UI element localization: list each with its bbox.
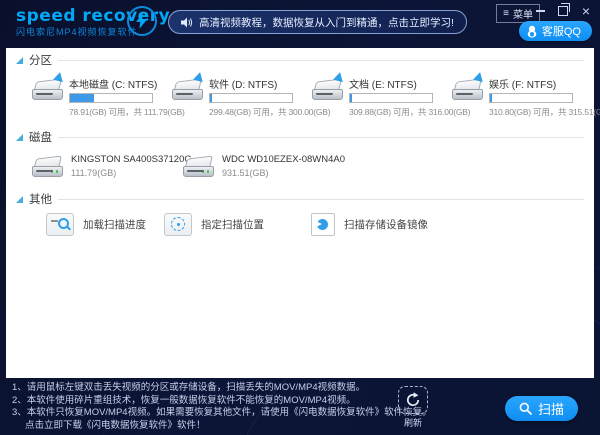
tip-line-1: 1、请用鼠标左键双击丢失视频的分区或存储设备，扫描丢失的MOV/MP4视频数据。: [12, 382, 432, 395]
hamburger-icon: ≡: [503, 9, 509, 19]
partition-name: 娱乐 (F: NTFS): [489, 76, 590, 91]
usage-bar-fill: [70, 94, 94, 102]
tip-line-2: 2、本软件使用碎片重组技术，恢复一般数据恢复软件不能恢复的MOV/MP4视频。: [12, 395, 432, 408]
section-header-disks: 磁盘: [6, 125, 594, 146]
disk-name: WDC WD10EZEX-08WN4A0: [222, 154, 345, 165]
close-button[interactable]: ×: [580, 5, 592, 17]
refresh-button[interactable]: 刷新: [396, 386, 430, 426]
footer-bar: 1、请用鼠标左键双击丢失视频的分区或存储设备，扫描丢失的MOV/MP4视频数据。…: [0, 378, 600, 435]
disk-item-kingston[interactable]: KINGSTON SA400S37120G 111.79(GB): [30, 152, 175, 179]
device-image-icon: [311, 213, 335, 236]
footer-tips: 1、请用鼠标左键双击丢失视频的分区或存储设备，扫描丢失的MOV/MP4视频数据。…: [12, 382, 432, 432]
maximize-button[interactable]: [557, 5, 569, 17]
load-scan-progress-icon: [46, 213, 74, 236]
partition-item-d[interactable]: 软件 (D: NTFS) 299.48(GB) 可用，共 300.00(GB): [170, 75, 310, 118]
section-title: 分区: [29, 52, 52, 68]
load-scan-progress-item[interactable]: 加载扫描进度: [46, 213, 146, 236]
disk-item-wdc[interactable]: WDC WD10EZEX-08WN4A0 931.51(GB): [181, 152, 326, 179]
scan-device-image-item[interactable]: 扫描存储设备镜像: [311, 213, 428, 236]
tip-line-3: 3、本软件只恢复MOV/MP4视频。如果需要恢复其他文件，请使用《闪电数据恢复软…: [12, 407, 432, 420]
minimize-button[interactable]: [534, 5, 546, 17]
target-location-icon: [164, 213, 192, 236]
partition-item-e[interactable]: 文档 (E: NTFS) 309.88(GB) 可用，共 316.00(GB): [310, 75, 450, 118]
usage-bar-fill: [210, 94, 212, 102]
disk-drive-icon: [181, 152, 215, 179]
usage-bar-fill: [490, 94, 492, 102]
partition-name: 文档 (E: NTFS): [349, 76, 450, 91]
usage-bar: [349, 93, 433, 103]
window-controls: ×: [534, 4, 592, 18]
partition-capacity: 299.48(GB) 可用，共 300.00(GB): [209, 106, 310, 118]
magnifier-icon: [519, 402, 532, 415]
refresh-label: 刷新: [396, 416, 430, 429]
scan-button[interactable]: 扫描: [505, 396, 578, 421]
disk-name: KINGSTON SA400S37120G: [71, 154, 192, 165]
section-header-others: 其他: [6, 187, 594, 208]
hard-drive-icon: [450, 75, 484, 102]
partitions-row: 本地磁盘 (C: NTFS) 78.91(GB) 可用，共 111.79(GB)…: [6, 69, 594, 125]
section-divider: [58, 60, 584, 61]
menu-button-label: 菜单: [513, 6, 533, 21]
others-row: 加载扫描进度 指定扫描位置 扫描存储设备镜像: [6, 210, 594, 242]
qq-button-label: 客服QQ: [542, 23, 581, 39]
other-item-label: 指定扫描位置: [201, 217, 264, 232]
hard-drive-icon: [170, 75, 204, 102]
other-item-label: 扫描存储设备镜像: [344, 217, 428, 232]
main-panel: 分区 本地磁盘 (C: NTFS) 78.91(GB) 可用，共 111.79(…: [6, 48, 594, 378]
disk-drive-icon: [30, 152, 64, 179]
usage-bar: [209, 93, 293, 103]
section-title: 磁盘: [29, 129, 52, 145]
partition-capacity: 310.80(GB) 可用，共 315.51(GB): [489, 106, 590, 118]
scan-button-label: 扫描: [538, 399, 564, 418]
usage-bar: [69, 93, 153, 103]
qq-penguin-icon: [526, 25, 538, 38]
partition-item-f[interactable]: 娱乐 (F: NTFS) 310.80(GB) 可用，共 315.51(GB): [450, 75, 590, 118]
section-divider: [58, 199, 584, 200]
disks-row: KINGSTON SA400S37120G 111.79(GB) WDC WD1…: [6, 146, 594, 187]
partition-name: 软件 (D: NTFS): [209, 76, 310, 91]
refresh-icon: [398, 386, 428, 414]
disk-capacity: 931.51(GB): [222, 168, 345, 178]
lightning-bolt-icon: [127, 6, 157, 36]
customer-service-qq-button[interactable]: 客服QQ: [519, 21, 592, 41]
section-divider: [58, 137, 584, 138]
usage-bar: [489, 93, 573, 103]
other-item-label: 加载扫描进度: [83, 217, 146, 232]
partition-item-c[interactable]: 本地磁盘 (C: NTFS) 78.91(GB) 可用，共 111.79(GB): [30, 75, 170, 118]
partition-capacity: 309.88(GB) 可用，共 316.00(GB): [349, 106, 450, 118]
section-header-partitions: 分区: [6, 48, 594, 69]
titlebar: speed recovery 闪电索尼MP4视频恢复软件 高清视频教程，数据恢复…: [0, 0, 600, 48]
speaker-icon: [181, 17, 193, 28]
hard-drive-icon: [310, 75, 344, 102]
section-title: 其他: [29, 191, 52, 207]
usage-bar-fill: [350, 94, 352, 102]
partition-name: 本地磁盘 (C: NTFS): [69, 76, 170, 91]
app-window: speed recovery 闪电索尼MP4视频恢复软件 高清视频教程，数据恢复…: [0, 0, 600, 435]
notice-text: 高清视频教程，数据恢复从入门到精通，点击立即学习!: [199, 15, 454, 30]
hard-drive-icon: [30, 75, 64, 102]
collapse-triangle-icon[interactable]: [16, 134, 23, 141]
tutorial-notice-banner[interactable]: 高清视频教程，数据恢复从入门到精通，点击立即学习!: [168, 10, 467, 34]
disk-capacity: 111.79(GB): [71, 168, 192, 178]
download-software-link[interactable]: 点击立即下载《闪电数据恢复软件》软件！: [12, 420, 432, 433]
collapse-triangle-icon[interactable]: [16, 196, 23, 203]
specify-scan-location-item[interactable]: 指定扫描位置: [164, 213, 264, 236]
collapse-triangle-icon[interactable]: [16, 57, 23, 64]
partition-capacity: 78.91(GB) 可用，共 111.79(GB): [69, 106, 170, 118]
